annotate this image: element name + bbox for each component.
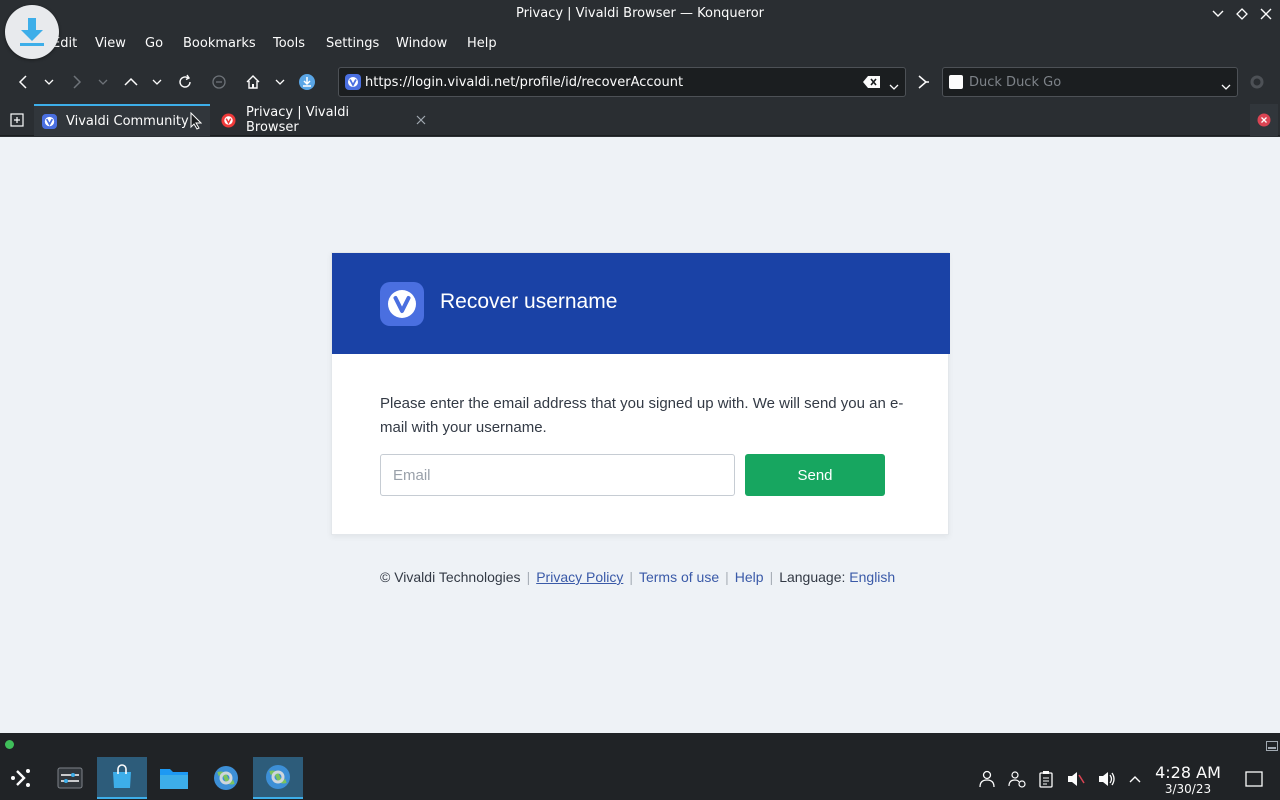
home-icon[interactable] (242, 70, 264, 94)
close-tab-icon[interactable] (416, 115, 426, 125)
search-input[interactable]: Duck Duck Go (942, 67, 1238, 97)
konqueror-browser-icon[interactable] (204, 757, 248, 799)
search-placeholder: Duck Duck Go (969, 75, 1062, 90)
download-icon[interactable] (5, 5, 59, 59)
search-engine-icon[interactable] (949, 75, 963, 89)
menu-view[interactable]: View (95, 36, 126, 51)
up-icon[interactable] (120, 70, 142, 94)
menu-settings[interactable]: Settings (326, 36, 379, 51)
copyright-text: © Vivaldi Technologies (380, 569, 521, 585)
volume-icon[interactable] (1097, 769, 1117, 789)
minimize-icon[interactable] (1208, 4, 1228, 24)
instructions-text: Please enter the email address that you … (380, 395, 904, 436)
forward-history-chevron-icon[interactable] (92, 70, 114, 94)
menu-bookmarks[interactable]: Bookmarks (183, 36, 256, 51)
taskbar: 4:28 AM 3/30/23 (0, 733, 1280, 800)
status-indicator-icon (5, 740, 14, 749)
page-footer: © Vivaldi Technologies | Privacy Policy | Te… (380, 569, 896, 585)
clear-url-icon[interactable] (863, 75, 881, 93)
new-tab-icon[interactable] (4, 104, 30, 136)
menu-tools[interactable]: Tools (273, 36, 305, 51)
vivaldi-tab-favicon-icon (42, 113, 57, 129)
url-history-chevron-icon[interactable] (889, 79, 899, 94)
download-status-icon[interactable] (296, 70, 318, 94)
back-history-chevron-icon[interactable] (38, 70, 60, 94)
discover-store-icon[interactable] (97, 757, 147, 799)
panel-config-icon[interactable] (1266, 740, 1278, 755)
navigation-toolbar: https://login.vivaldi.net/profile/id/rec… (0, 62, 1280, 102)
email-field[interactable] (380, 454, 735, 496)
muted-speaker-icon[interactable] (1066, 769, 1086, 789)
settings-gear-icon[interactable] (1246, 70, 1268, 94)
tab-vivaldi-community[interactable]: Vivaldi Community (34, 104, 210, 136)
user-icon[interactable] (977, 769, 997, 789)
menu-bar: Edit View Go Bookmarks Tools Settings Wi… (0, 28, 1280, 60)
language-selector[interactable]: English (849, 569, 895, 585)
send-button[interactable]: Send (745, 454, 885, 496)
recover-card: Recover username Please enter the email … (331, 252, 950, 535)
card-title: Recover username (440, 290, 618, 313)
konqueror-active-window-icon[interactable] (253, 757, 303, 799)
url-text: https://login.vivaldi.net/profile/id/rec… (365, 75, 684, 90)
back-icon[interactable] (12, 70, 34, 94)
home-chevron-icon[interactable] (269, 70, 291, 94)
go-icon[interactable] (912, 70, 934, 94)
tab-label: Privacy | Vivaldi Browser (246, 105, 350, 135)
tab-label: Vivaldi Community (66, 113, 189, 129)
maximize-icon[interactable] (1232, 4, 1252, 24)
window-title: Privacy | Vivaldi Browser — Konqueror (515, 6, 765, 21)
reload-icon[interactable] (174, 70, 196, 94)
stop-icon[interactable] (208, 70, 230, 94)
show-desktop-icon[interactable] (1244, 769, 1264, 789)
clipboard-icon[interactable] (1036, 769, 1056, 789)
clock-date: 3/30/23 (1164, 782, 1212, 796)
tab-privacy-vivaldi[interactable]: Privacy | Vivaldi Browser (212, 104, 426, 136)
window-titlebar: Privacy | Vivaldi Browser — Konqueror (0, 0, 1280, 28)
privacy-policy-link[interactable]: Privacy Policy (536, 569, 623, 585)
vivaldi-logo-icon (380, 282, 424, 326)
menu-go[interactable]: Go (145, 36, 163, 51)
vivaldi-favicon-icon (345, 74, 361, 94)
tray-expand-chevron-icon[interactable] (1125, 769, 1145, 789)
up-chevron-icon[interactable] (146, 70, 168, 94)
language-label: Language: (779, 569, 846, 585)
forward-icon[interactable] (66, 70, 88, 94)
help-link[interactable]: Help (735, 569, 764, 585)
file-manager-icon[interactable] (152, 757, 196, 799)
card-header: Recover username (332, 253, 950, 354)
clock[interactable]: 4:28 AM 3/30/23 (1150, 763, 1226, 796)
system-settings-icon[interactable] (48, 757, 92, 799)
close-all-tabs-icon[interactable] (1250, 104, 1278, 136)
web-page: Recover username Please enter the email … (0, 137, 1280, 733)
search-engine-chevron-icon[interactable] (1221, 79, 1231, 94)
menu-window[interactable]: Window (396, 36, 447, 51)
terms-of-use-link[interactable]: Terms of use (639, 569, 719, 585)
vivaldi-red-favicon-icon (221, 112, 236, 128)
tab-bar: Vivaldi Community Privacy | Vivaldi Brow… (0, 104, 1280, 136)
close-window-icon[interactable] (1256, 4, 1276, 24)
app-launcher-icon[interactable] (0, 757, 44, 799)
clock-time: 4:28 AM (1155, 763, 1221, 782)
user-switch-icon[interactable] (1007, 769, 1027, 789)
menu-help[interactable]: Help (467, 36, 497, 51)
mouse-cursor-icon (190, 111, 203, 134)
url-bar[interactable]: https://login.vivaldi.net/profile/id/rec… (338, 67, 906, 97)
